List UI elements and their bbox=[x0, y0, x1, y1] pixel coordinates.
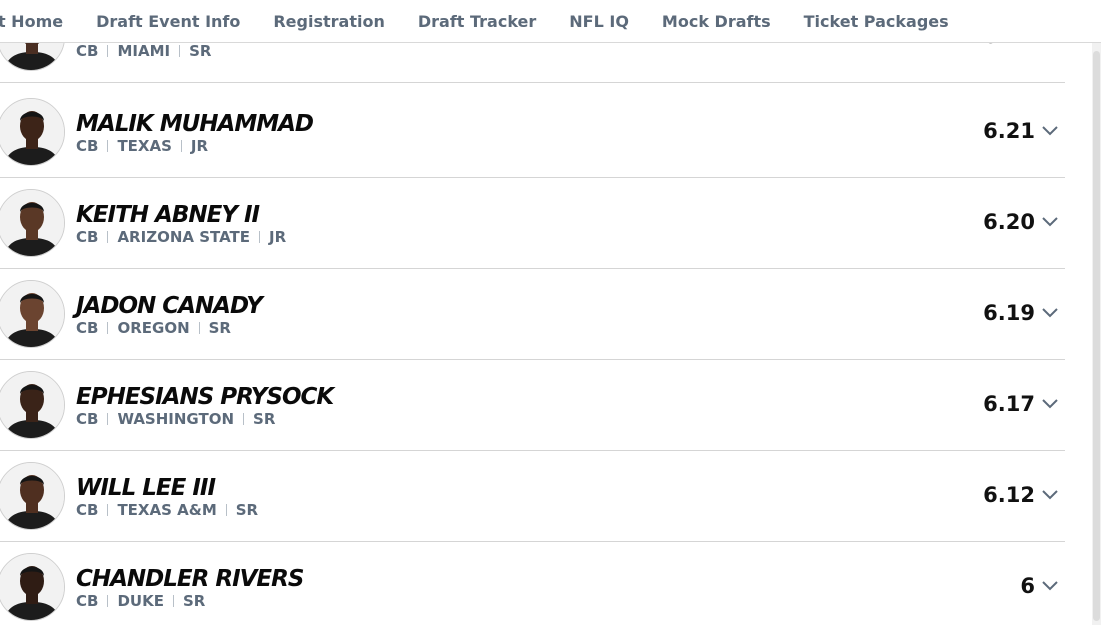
prospect-meta: CB ARIZONA STATE JR bbox=[76, 228, 286, 246]
prospect-grade: 6.21 bbox=[983, 119, 1035, 143]
prospect-row[interactable]: Malik Muhammad CB TEXAS JR 6.21 bbox=[0, 87, 1065, 178]
prospect-school: ARIZONA STATE bbox=[117, 228, 250, 246]
prospect-position: CB bbox=[76, 228, 99, 246]
meta-divider bbox=[107, 231, 109, 243]
prospect-row[interactable]: Keith Abney II CB ARIZONA STATE JR 6.20 bbox=[0, 178, 1065, 269]
prospect-position: CB bbox=[76, 319, 99, 337]
chevron-down-icon[interactable] bbox=[1040, 484, 1060, 504]
prospect-school: TEXAS A&M bbox=[117, 501, 217, 519]
prospect-name[interactable]: Malik Muhammad bbox=[76, 111, 314, 137]
prospect-position: CB bbox=[76, 501, 99, 519]
prospect-name[interactable]: Will Lee III bbox=[76, 475, 216, 501]
prospect-school: WASHINGTON bbox=[117, 410, 235, 428]
prospect-name[interactable]: Keith Abney II bbox=[76, 202, 260, 228]
prospect-name[interactable]: Jadon Canady bbox=[76, 293, 263, 319]
meta-divider bbox=[198, 322, 200, 334]
prospect-position: CB bbox=[76, 410, 99, 428]
prospect-name[interactable]: Chandler Rivers bbox=[76, 566, 304, 592]
nav-link-nfl-iq[interactable]: NFL IQ bbox=[569, 12, 629, 31]
nav-link-ticket-packages[interactable]: Ticket Packages bbox=[804, 12, 949, 31]
scrollbar-thumb[interactable] bbox=[1093, 51, 1100, 621]
prospect-school: OREGON bbox=[117, 319, 190, 337]
nav-link-draft-tracker[interactable]: Draft Tracker bbox=[418, 12, 536, 31]
meta-divider bbox=[180, 140, 182, 152]
chevron-down-icon[interactable] bbox=[1040, 575, 1060, 595]
prospect-grade: 6.19 bbox=[983, 301, 1035, 325]
prospect-meta: CB DUKE SR bbox=[76, 592, 205, 610]
player-avatar bbox=[0, 462, 65, 530]
prospect-grade: 6.12 bbox=[983, 483, 1035, 507]
meta-divider bbox=[179, 45, 181, 57]
player-avatar bbox=[0, 189, 65, 257]
scrollbar[interactable] bbox=[1092, 43, 1101, 625]
nav-link-mock-drafts[interactable]: Mock Drafts bbox=[662, 12, 771, 31]
prospect-grade: 6.20 bbox=[983, 210, 1035, 234]
chevron-down-icon[interactable] bbox=[1040, 393, 1060, 413]
prospect-row[interactable]: Will Lee III CB TEXAS A&M SR 6.12 bbox=[0, 451, 1065, 542]
player-avatar bbox=[0, 371, 65, 439]
top-navigation: ft Home Draft Event Info Registration Dr… bbox=[0, 0, 1101, 43]
meta-divider bbox=[107, 322, 109, 334]
prospect-school: TEXAS bbox=[117, 137, 172, 155]
meta-divider bbox=[107, 413, 109, 425]
prospect-meta: CB MIAMI SR bbox=[76, 42, 211, 60]
prospect-position: CB bbox=[76, 42, 99, 60]
prospect-list: CB MIAMI SR 6.27 Malik Muhammad CB TEXAS… bbox=[0, 0, 1065, 625]
prospect-grade: 6 bbox=[1020, 574, 1035, 598]
meta-divider bbox=[107, 140, 109, 152]
player-avatar bbox=[0, 553, 65, 621]
player-avatar bbox=[0, 280, 65, 348]
prospect-grade: 6.17 bbox=[983, 392, 1035, 416]
prospect-class: SR bbox=[182, 592, 206, 610]
prospect-school: MIAMI bbox=[117, 42, 171, 60]
meta-divider bbox=[172, 595, 174, 607]
prospect-position: CB bbox=[76, 592, 99, 610]
prospect-class: JR bbox=[269, 228, 287, 246]
prospect-meta: CB WASHINGTON SR bbox=[76, 410, 275, 428]
prospect-class: SR bbox=[235, 501, 259, 519]
prospect-meta: CB OREGON SR bbox=[76, 319, 231, 337]
prospect-row[interactable]: Chandler Rivers CB DUKE SR 6 bbox=[0, 542, 1065, 625]
meta-divider bbox=[225, 504, 227, 516]
meta-divider bbox=[243, 413, 245, 425]
meta-divider bbox=[107, 504, 109, 516]
prospect-class: SR bbox=[208, 319, 231, 337]
prospect-school: DUKE bbox=[117, 592, 164, 610]
chevron-down-icon[interactable] bbox=[1040, 120, 1060, 140]
prospect-class: SR bbox=[253, 410, 276, 428]
player-avatar bbox=[0, 98, 65, 166]
prospect-class: SR bbox=[189, 42, 212, 60]
meta-divider bbox=[259, 231, 260, 243]
prospect-name[interactable]: Ephesians Prysock bbox=[76, 384, 334, 410]
prospect-position: CB bbox=[76, 137, 99, 155]
nav-link-draft-event-info[interactable]: Draft Event Info bbox=[96, 12, 240, 31]
meta-divider bbox=[107, 45, 109, 57]
prospect-meta: CB TEXAS JR bbox=[76, 137, 208, 155]
meta-divider bbox=[107, 595, 109, 607]
nav-link-registration[interactable]: Registration bbox=[273, 12, 384, 31]
chevron-down-icon[interactable] bbox=[1040, 211, 1060, 231]
prospect-row[interactable]: Jadon Canady CB OREGON SR 6.19 bbox=[0, 269, 1065, 360]
prospect-row[interactable]: Ephesians Prysock CB WASHINGTON SR 6.17 bbox=[0, 360, 1065, 451]
prospect-class: JR bbox=[190, 137, 209, 155]
prospect-meta: CB TEXAS A&M SR bbox=[76, 501, 258, 519]
nav-link-draft-home[interactable]: ft Home bbox=[0, 12, 63, 31]
chevron-down-icon[interactable] bbox=[1040, 302, 1060, 322]
